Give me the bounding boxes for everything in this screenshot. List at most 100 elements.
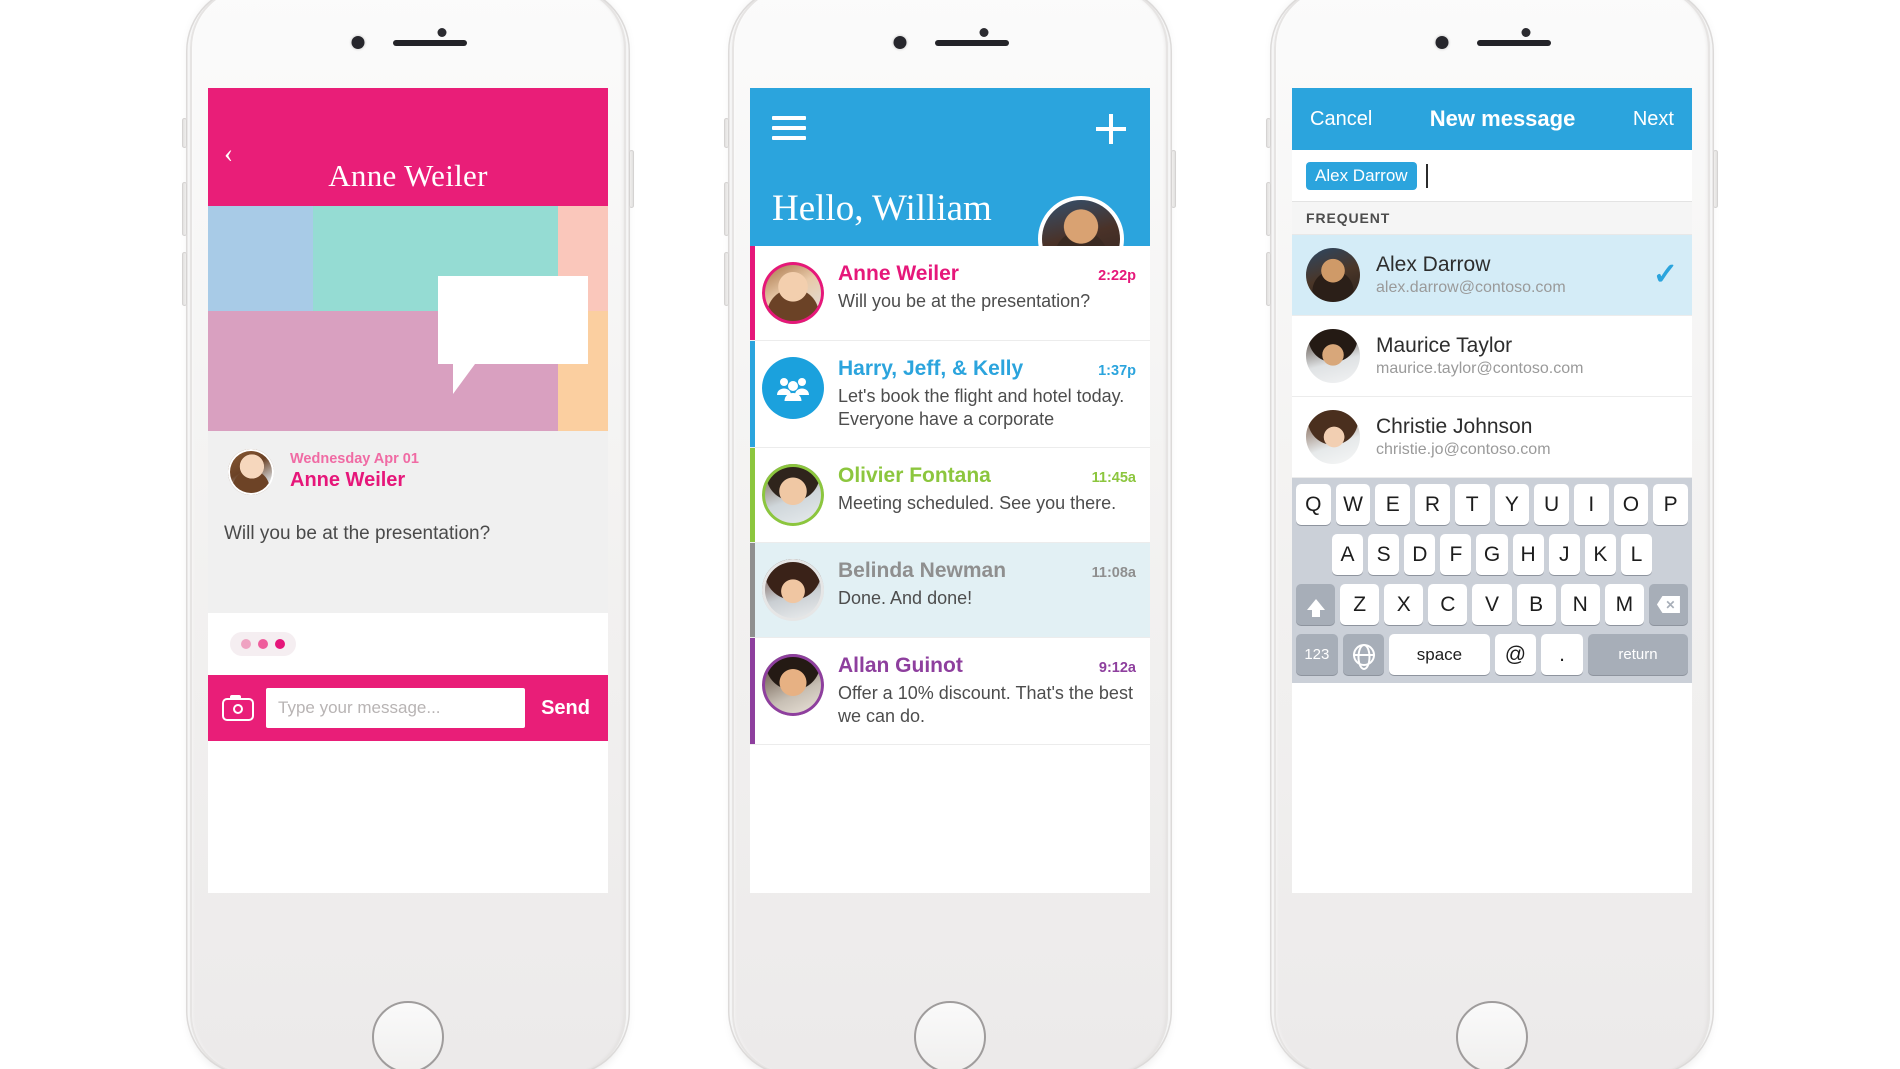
key-q[interactable]: Q bbox=[1295, 484, 1331, 525]
key-f[interactable]: F bbox=[1440, 534, 1472, 575]
key-numbers[interactable]: 123 bbox=[1296, 634, 1338, 675]
key-x[interactable]: X bbox=[1384, 584, 1424, 625]
home-button[interactable] bbox=[914, 1001, 986, 1069]
conversation-item[interactable]: Harry, Jeff, & Kelly 1:37p Let's book the … bbox=[750, 341, 1150, 449]
plus-icon[interactable] bbox=[1096, 114, 1126, 144]
key-i[interactable]: I bbox=[1573, 484, 1609, 525]
key-b[interactable]: B bbox=[1516, 584, 1556, 625]
shift-icon[interactable] bbox=[1296, 584, 1336, 625]
backspace-icon[interactable]: ✕ bbox=[1648, 584, 1688, 625]
typing-dot-3 bbox=[275, 639, 285, 649]
mute-switch[interactable] bbox=[724, 118, 729, 148]
keyboard-row-3: Z X C V B N M ✕ bbox=[1296, 584, 1688, 625]
key-at[interactable]: @ bbox=[1494, 634, 1537, 675]
contact-item[interactable]: Christie Johnson christie.jo@contoso.com bbox=[1292, 397, 1692, 478]
globe-glyph-icon bbox=[1352, 643, 1375, 666]
key-v[interactable]: V bbox=[1472, 584, 1512, 625]
key-y[interactable]: Y bbox=[1494, 484, 1530, 525]
home-button[interactable] bbox=[1456, 1001, 1528, 1069]
conversation-timestamp: 9:12a bbox=[1098, 660, 1136, 677]
key-period[interactable]: . bbox=[1541, 634, 1583, 675]
key-h[interactable]: H bbox=[1512, 534, 1544, 575]
mute-switch[interactable] bbox=[182, 118, 187, 148]
home-button[interactable] bbox=[372, 1001, 444, 1069]
key-j[interactable]: J bbox=[1548, 534, 1580, 575]
conversation-item[interactable]: Belinda Newman 11:08a Done. And done! bbox=[750, 543, 1150, 639]
conversation-timestamp: 11:45a bbox=[1091, 470, 1136, 487]
volume-down-button[interactable] bbox=[724, 252, 729, 306]
avatar bbox=[228, 449, 274, 495]
cancel-button[interactable]: Cancel bbox=[1310, 108, 1372, 131]
unread-accent-bar bbox=[750, 341, 755, 448]
key-m[interactable]: M bbox=[1604, 584, 1644, 625]
key-k[interactable]: K bbox=[1584, 534, 1616, 575]
key-s[interactable]: S bbox=[1368, 534, 1400, 575]
volume-up-button[interactable] bbox=[724, 182, 729, 236]
camera-icon[interactable] bbox=[222, 695, 254, 721]
shift-arrow-icon bbox=[1306, 599, 1325, 617]
avatar bbox=[1306, 410, 1360, 464]
key-n[interactable]: N bbox=[1560, 584, 1600, 625]
message-input[interactable] bbox=[266, 688, 526, 728]
send-button[interactable]: Send bbox=[537, 697, 594, 720]
conversation-snippet: Meeting scheduled. See you there. bbox=[838, 493, 1117, 514]
conversation-item[interactable]: Olivier Fontana 11:45a Meeting scheduled. … bbox=[750, 448, 1150, 544]
proximity-sensor-icon bbox=[979, 28, 989, 37]
mosaic-tile-blue bbox=[208, 206, 313, 311]
conversation-content: Olivier Fontana 11:45a Meeting scheduled. … bbox=[838, 464, 1136, 526]
key-o[interactable]: O bbox=[1613, 484, 1649, 525]
key-g[interactable]: G bbox=[1476, 534, 1508, 575]
conversation-item[interactable]: Anne Weiler 2:22p Will you be at the prese… bbox=[750, 246, 1150, 341]
next-button[interactable]: Next bbox=[1633, 108, 1674, 131]
conversation-content: Belinda Newman 11:08a Done. And done! bbox=[838, 559, 1136, 621]
key-d[interactable]: D bbox=[1404, 534, 1436, 575]
power-button[interactable] bbox=[629, 150, 634, 208]
recipient-field[interactable]: Alex Darrow bbox=[1292, 150, 1692, 202]
power-button[interactable] bbox=[1171, 150, 1176, 208]
key-z[interactable]: Z bbox=[1340, 584, 1380, 625]
key-c[interactable]: C bbox=[1428, 584, 1468, 625]
volume-up-button[interactable] bbox=[182, 182, 187, 236]
key-t[interactable]: T bbox=[1454, 484, 1490, 525]
typing-dot-2 bbox=[258, 639, 268, 649]
unread-accent-bar bbox=[750, 448, 755, 543]
phone1-screen: ‹ Anne Weiler Wednesday Apr 01 Anne Weil… bbox=[208, 88, 608, 893]
conversation-snippet: Will you be at the presentation? bbox=[838, 291, 1091, 311]
contact-item[interactable]: Maurice Taylor maurice.taylor@contoso.com bbox=[1292, 316, 1692, 397]
key-e[interactable]: E bbox=[1375, 484, 1411, 525]
speech-bubble-tail-icon bbox=[453, 364, 475, 394]
text-caret bbox=[1425, 163, 1428, 188]
key-a[interactable]: A bbox=[1332, 534, 1364, 575]
backspace-arrow-icon: ✕ bbox=[1656, 596, 1680, 613]
check-icon: ✓ bbox=[1652, 258, 1678, 291]
key-return[interactable]: return bbox=[1587, 634, 1688, 675]
keyboard-row-1: QWERTYUIOP bbox=[1295, 484, 1689, 525]
globe-icon[interactable] bbox=[1342, 634, 1385, 675]
conversation-hero-mosaic bbox=[208, 206, 608, 431]
key-u[interactable]: U bbox=[1534, 484, 1569, 525]
recipient-token[interactable]: Alex Darrow bbox=[1306, 161, 1417, 190]
front-camera-icon bbox=[893, 36, 907, 49]
page-title: Anne Weiler bbox=[328, 158, 488, 193]
avatar bbox=[762, 654, 824, 717]
contact-name: Maurice Taylor bbox=[1376, 334, 1513, 357]
key-p[interactable]: P bbox=[1653, 484, 1689, 525]
key-l[interactable]: L bbox=[1620, 534, 1652, 575]
phone3-screen: Cancel New message Next Alex Darrow FREQ… bbox=[1292, 88, 1692, 893]
contact-text: Christie Johnson christie.jo@contoso.com bbox=[1376, 415, 1551, 459]
volume-down-button[interactable] bbox=[1266, 252, 1271, 306]
earpiece-speaker-icon bbox=[935, 40, 1009, 46]
key-space[interactable]: space bbox=[1389, 634, 1490, 675]
key-r[interactable]: R bbox=[1415, 484, 1450, 525]
conversation-name: Belinda Newman bbox=[838, 559, 1007, 583]
volume-down-button[interactable] bbox=[182, 252, 187, 306]
contact-item[interactable]: Alex Darrow alex.darrow@contoso.com ✓ bbox=[1292, 235, 1692, 316]
conversation-item[interactable]: Allan Guinot 9:12a Offer a 10% discount. T… bbox=[750, 638, 1150, 746]
conversation-name: Harry, Jeff, & Kelly bbox=[838, 357, 1024, 380]
power-button[interactable] bbox=[1713, 150, 1718, 208]
mute-switch[interactable] bbox=[1266, 118, 1271, 148]
unread-accent-bar bbox=[750, 246, 755, 340]
key-w[interactable]: W bbox=[1335, 484, 1371, 525]
volume-up-button[interactable] bbox=[1266, 182, 1271, 236]
hamburger-icon[interactable] bbox=[772, 116, 806, 140]
